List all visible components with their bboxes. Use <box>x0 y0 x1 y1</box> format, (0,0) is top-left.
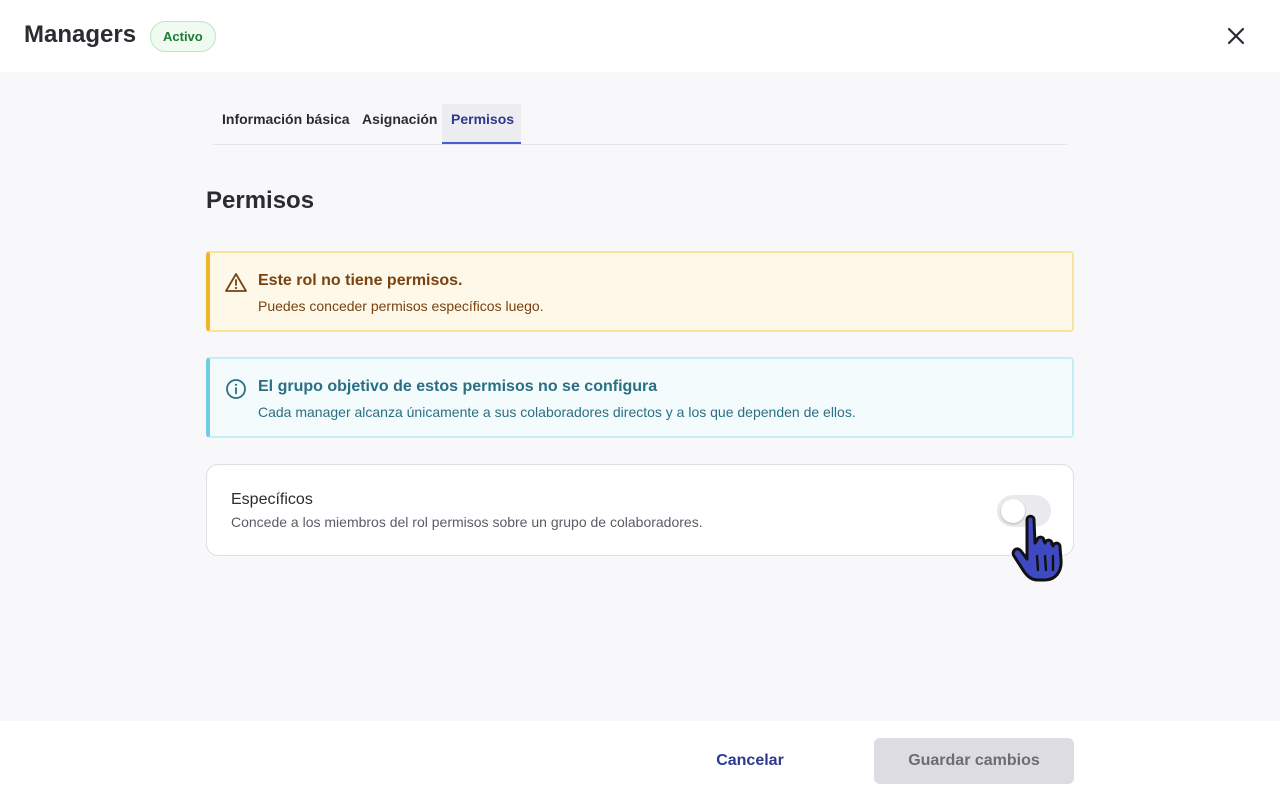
footer: Cancelar Guardar cambios <box>0 721 1280 800</box>
tab-permisos[interactable]: Permisos <box>442 104 521 144</box>
status-badge: Activo <box>150 21 216 52</box>
tab-asignacion[interactable]: Asignación <box>353 104 446 144</box>
warning-text: Puedes conceder permisos específicos lue… <box>258 298 544 314</box>
specific-permissions-title: Específicos <box>231 491 313 508</box>
tab-informacion-basica[interactable]: Información básica <box>213 104 359 144</box>
info-circle-icon <box>226 379 246 399</box>
header: Managers Activo <box>0 0 1280 72</box>
warning-title: Este rol no tiene permisos. <box>258 272 463 289</box>
info-text: Cada manager alcanza únicamente a sus co… <box>258 404 856 420</box>
save-changes-button[interactable]: Guardar cambios <box>874 738 1074 784</box>
page-title: Managers <box>24 21 137 48</box>
specific-permissions-card: Específicos Concede a los miembros del r… <box>206 464 1074 556</box>
info-alert: El grupo objetivo de estos permisos no s… <box>206 357 1074 438</box>
info-title: El grupo objetivo de estos permisos no s… <box>258 378 658 395</box>
tab-bar: Información básica Asignación Permisos <box>213 100 1067 145</box>
close-button[interactable] <box>1222 22 1250 50</box>
section-title: Permisos <box>206 187 315 214</box>
specific-permissions-description: Concede a los miembros del rol permisos … <box>231 514 703 530</box>
close-icon <box>1227 27 1245 45</box>
warning-alert: Este rol no tiene permisos. Puedes conce… <box>206 251 1074 332</box>
cancel-button[interactable]: Cancelar <box>690 738 810 784</box>
hand-pointer-cursor-icon <box>1011 514 1063 582</box>
warning-triangle-icon <box>225 273 247 292</box>
